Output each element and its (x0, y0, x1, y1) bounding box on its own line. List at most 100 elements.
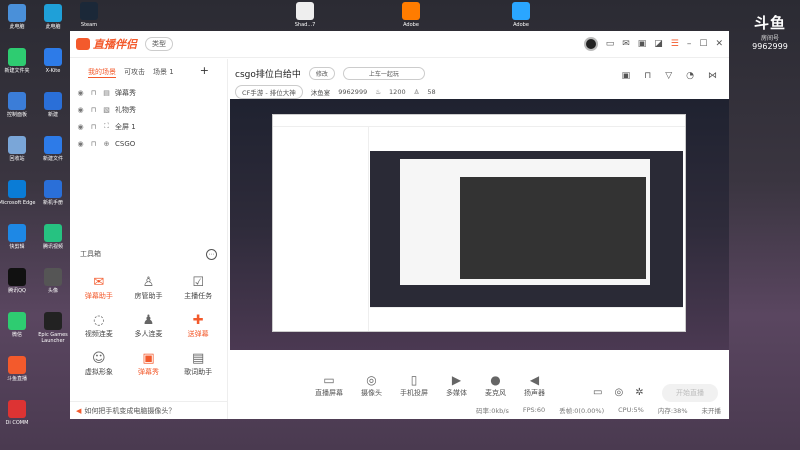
tab-attack[interactable]: 可攻击 (124, 67, 145, 78)
eye-icon[interactable]: ◉ (76, 140, 85, 148)
video-icon: ◌ (93, 313, 105, 328)
share-icon[interactable]: ⋈ (708, 71, 717, 81)
settings-icon[interactable]: ✲ (635, 387, 643, 398)
desktop-shortcut[interactable]: 此电脑 (0, 4, 36, 30)
desktop-shortcut[interactable]: 新建文件 (34, 136, 72, 162)
shortcut-label: 微信 (11, 332, 22, 338)
eye-icon[interactable]: ◉ (76, 123, 85, 131)
record-icon[interactable]: ▭ (593, 387, 602, 398)
status-item: CPU:5% (618, 406, 644, 414)
minimize-icon[interactable]: – (687, 39, 692, 49)
control-speaker[interactable]: ◀ 扬声器 (524, 372, 545, 398)
desktop-shortcut[interactable]: 头像 (34, 268, 72, 294)
desktop-shortcut[interactable]: 回收站 (0, 136, 36, 162)
help-tip[interactable]: ◀ 如何把手机变成电脑摄像头？ (70, 401, 227, 419)
app-icon (8, 312, 26, 330)
control-media[interactable]: ▶ 多媒体 (446, 372, 467, 398)
lock-icon[interactable]: ⊓ (89, 140, 98, 148)
add-scene-icon[interactable]: + (200, 65, 209, 78)
tool-item[interactable]: ♙ 房管助手 (124, 275, 174, 301)
slogan-button[interactable]: 上车一起玩 (342, 67, 425, 80)
tab-my-scenes[interactable]: 我的场景 (88, 67, 116, 78)
close-icon[interactable]: ✕ (715, 39, 723, 49)
logo-mark-icon (76, 38, 90, 50)
desktop-shortcut[interactable]: 腾讯QQ (0, 268, 36, 294)
app-icon (8, 356, 26, 374)
message-icon[interactable]: ▭ (606, 39, 615, 49)
bell-icon[interactable]: ◔ (686, 71, 694, 81)
control-label: 扬声器 (524, 389, 545, 397)
control-screen[interactable]: ▭ 直播屏幕 (315, 372, 343, 398)
nested-controls (370, 307, 683, 329)
tool-item[interactable]: ▤ 歌词助手 (173, 351, 223, 377)
desktop-shortcut[interactable]: X-Kite (34, 48, 72, 74)
control-phone[interactable]: ▯ 手机投屏 (400, 372, 428, 398)
user-icon: ♙ (142, 275, 155, 290)
edit-title-button[interactable]: 修改 (308, 67, 335, 80)
douyu-brand: 斗鱼 房间号 9962999 (746, 12, 794, 51)
speaker-icon: ◀ (529, 373, 540, 387)
screen-icon: ▭ (323, 373, 335, 387)
speaker-icon: ◀ (76, 406, 82, 415)
preview-toggle-icon[interactable]: ◎ (614, 387, 623, 398)
desktop-shortcut[interactable]: 新建文件夹 (0, 48, 36, 74)
source-item[interactable]: ◉ ⊓ ▧ 礼物秀 (76, 101, 221, 118)
menu-icon[interactable]: ☰ (671, 39, 679, 49)
source-item[interactable]: ◉ ⊓ ⛶ 全屏 1 (76, 118, 221, 135)
tool-item[interactable]: ✚ 送弹幕 (173, 313, 223, 339)
desktop-shortcut[interactable]: 腾讯视频 (34, 224, 72, 250)
tool-item[interactable]: ◌ 视频连麦 (74, 313, 124, 339)
lock-icon[interactable]: ⊓ (89, 123, 98, 131)
category-selector[interactable]: CF手游 - 排位大神 (235, 85, 303, 99)
desktop-shortcut[interactable]: 微信 (0, 312, 36, 338)
left-panel: 我的场景 可攻击 场景 1 + ◉ ⊓ ▤ 弹幕秀 ◉ ⊓ ▧ 礼物秀 ◉ ⊓ … (70, 59, 228, 419)
filter-icon[interactable]: ▽ (665, 71, 672, 81)
chat-icon[interactable]: ✉ (622, 39, 630, 49)
source-name: 弹幕秀 (115, 88, 136, 97)
theme-icon[interactable]: ◪ (654, 39, 663, 49)
desktop-shortcut[interactable]: Epic Games Launcher (34, 312, 72, 344)
desktop-shortcut[interactable]: 斗鱼直播 (0, 356, 36, 382)
tool-item[interactable]: ♟ 多人连麦 (124, 313, 174, 339)
tool-item[interactable]: ☑ 主播任务 (173, 275, 223, 301)
desktop-shortcut[interactable]: Di COMM (0, 400, 36, 426)
lock-icon[interactable]: ⊓ (89, 106, 98, 114)
tool-item[interactable]: ☺ 虚拟形象 (74, 351, 124, 377)
viewer-icon: ♙ (413, 88, 420, 96)
desktop-shortcut[interactable]: 控制面板 (0, 92, 36, 118)
lock-icon[interactable]: ⊓ (89, 89, 98, 97)
desktop-shortcut[interactable]: Steam (70, 2, 108, 28)
shortcut-label: 新建文件 (42, 156, 63, 162)
desktop-shortcut[interactable]: 新机手册 (34, 180, 72, 206)
desktop-shortcut[interactable]: 快剪辑 (0, 224, 36, 250)
desktop-shortcut[interactable]: Adobe (392, 2, 430, 28)
more-icon[interactable]: ⋯ (206, 249, 217, 260)
unlock-icon[interactable]: ⊓ (644, 71, 651, 81)
maximize-icon[interactable]: ☐ (699, 39, 707, 49)
tool-item[interactable]: ▣ 弹幕秀 (124, 351, 174, 377)
eye-icon[interactable]: ◉ (76, 89, 85, 97)
source-item[interactable]: ◉ ⊓ ⊕ CSGO (76, 135, 221, 152)
type-button[interactable]: 类型 (145, 37, 173, 51)
gift-box-icon[interactable]: ▣ (622, 71, 631, 81)
box-icon[interactable]: ▣ (638, 39, 647, 49)
desktop-shortcut[interactable]: Adobe (502, 2, 540, 28)
tab-scene-1[interactable]: 场景 1 (153, 67, 174, 78)
user-avatar[interactable] (583, 37, 598, 51)
app-icon (44, 224, 62, 242)
shortcut-label: 新建 (47, 112, 58, 118)
phone-icon: ▯ (410, 373, 418, 387)
desktop-shortcut[interactable]: Shad...7 (286, 2, 324, 28)
go-live-button[interactable]: 开始直播 (662, 384, 718, 402)
control-camera[interactable]: ◎ 摄像头 (361, 372, 382, 398)
tool-item[interactable]: ✉ 弹幕助手 (74, 275, 124, 301)
stream-preview[interactable] (230, 99, 729, 350)
desktop-shortcut[interactable]: 此电脑 (34, 4, 72, 30)
eye-icon[interactable]: ◉ (76, 106, 85, 114)
control-mic[interactable]: ● 麦克风 (485, 372, 506, 398)
nested-titlebar (273, 115, 685, 127)
desktop-shortcut[interactable]: Microsoft Edge (0, 180, 36, 206)
room-title: csgo排位白给中 (235, 70, 301, 80)
desktop-shortcut[interactable]: 新建 (34, 92, 72, 118)
source-item[interactable]: ◉ ⊓ ▤ 弹幕秀 (76, 84, 221, 101)
